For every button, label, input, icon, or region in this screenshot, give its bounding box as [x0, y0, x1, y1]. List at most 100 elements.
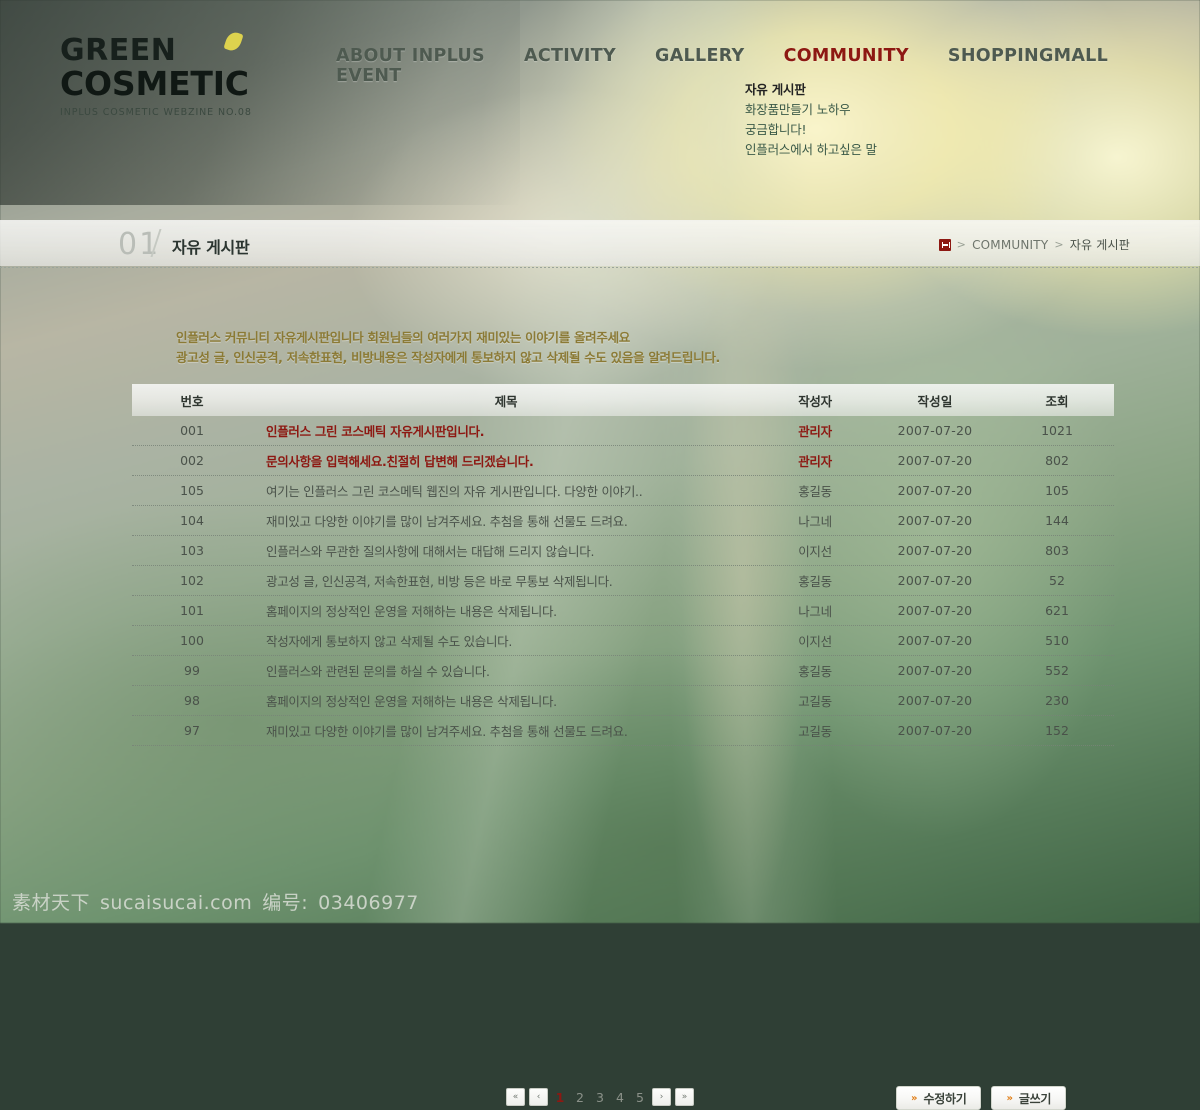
table-row[interactable]: 104 재미있고 다양한 이야기를 많이 남겨주세요. 추첨을 통해 선물도 드려…	[132, 506, 1114, 536]
breadcrumb-item-current: 자유 게시판	[1069, 238, 1130, 252]
cell-writer: 이지선	[798, 634, 832, 649]
submenu-item-suggestions[interactable]: 인플러스에서 하고싶은 말	[745, 140, 935, 160]
cell-title[interactable]: 광고성 글, 인신공격, 저속한표현, 비방 등은 바로 무통보 삭제됩니다.	[252, 571, 760, 590]
breadcrumb-item-community[interactable]: COMMUNITY	[972, 238, 1048, 252]
nav-item-activity[interactable]: ACTIVITY	[524, 46, 616, 66]
submenu-item-questions[interactable]: 궁금합니다!	[745, 120, 935, 140]
submenu-item-free-board[interactable]: 자유 게시판	[745, 80, 935, 100]
cell-hit: 144	[1045, 513, 1069, 528]
cell-hit: 152	[1045, 723, 1069, 738]
pagination-last-button[interactable]: »	[675, 1088, 694, 1106]
board-table: 번호 제목 작성자 작성일 조회 001 인플러스 그린 코스메틱 자유게시판입니…	[132, 384, 1114, 746]
double-arrow-icon: »	[911, 1092, 918, 1104]
cell-hit: 510	[1045, 633, 1069, 648]
cell-no: 102	[180, 573, 204, 588]
column-header-hit: 조회	[1045, 393, 1069, 409]
pagination-page-3[interactable]: 3	[592, 1090, 608, 1105]
watermark-brand: 素材天下	[12, 892, 91, 914]
intro-line-1: 인플러스 커뮤니티 자유게시판입니다 회원님들의 여러가지 재미있는 이야기를 …	[176, 330, 630, 345]
pagination-next-button[interactable]: ›	[652, 1088, 671, 1106]
table-row[interactable]: 101 홈페이지의 정상적인 운영을 저해하는 내용은 삭제됩니다. 나그네 2007…	[132, 596, 1114, 626]
cell-date: 2007-07-20	[897, 483, 973, 498]
page-title: 자유 게시판	[172, 238, 250, 257]
column-header-no: 번호	[180, 393, 204, 409]
cell-date: 2007-07-20	[897, 513, 973, 528]
cell-title[interactable]: 재미있고 다양한 이야기를 많이 남겨주세요. 추첨을 통해 선물도 드려요.	[252, 511, 760, 530]
intro-line-2: 광고성 글, 인신공격, 저속한표현, 비방내용은 작성자에게 통보하지 않고 …	[176, 350, 720, 365]
nav-item-community[interactable]: COMMUNITY	[784, 46, 909, 66]
cell-writer: 관리자	[798, 424, 832, 439]
breadcrumb-separator-1: >	[956, 238, 967, 251]
table-row[interactable]: 100 작성자에게 통보하지 않고 삭제될 수도 있습니다. 이지선 2007-07-…	[132, 626, 1114, 656]
nav-item-event[interactable]: EVENT	[336, 66, 402, 86]
cell-date: 2007-07-20	[897, 423, 973, 438]
nav-item-shoppingmall[interactable]: SHOPPINGMALL	[948, 46, 1108, 66]
table-row[interactable]: 97 재미있고 다양한 이야기를 많이 남겨주세요. 추첨을 통해 선물도 드려요…	[132, 716, 1114, 746]
table-row[interactable]: 002 문의사항을 입력해세요.친절히 답변해 드리겠습니다. 관리자 2007-07…	[132, 446, 1114, 476]
double-arrow-icon: »	[1006, 1092, 1013, 1104]
cell-hit: 1021	[1041, 423, 1073, 438]
pagination-page-2[interactable]: 2	[572, 1090, 588, 1105]
cell-no: 002	[180, 453, 204, 468]
cell-title[interactable]: 여기는 인플러스 그린 코스메틱 웹진의 자유 게시판입니다. 다양한 이야기.…	[252, 481, 760, 500]
cell-title[interactable]: 인플러스 그린 코스메틱 자유게시판입니다.	[252, 421, 760, 440]
footer-watermark: 素材天下 sucaisucai.com 编号: 03406977	[0, 880, 1200, 923]
table-row[interactable]: 105 여기는 인플러스 그린 코스메틱 웹진의 자유 게시판입니다. 다양한 이…	[132, 476, 1114, 506]
write-button-label: 글쓰기	[1018, 1091, 1052, 1106]
board-intro: 인플러스 커뮤니티 자유게시판입니다 회원님들의 여러가지 재미있는 이야기를 …	[176, 328, 720, 368]
pagination-page-4[interactable]: 4	[612, 1090, 628, 1105]
cell-date: 2007-07-20	[897, 663, 973, 678]
cell-no: 105	[180, 483, 204, 498]
home-icon[interactable]	[938, 238, 951, 251]
pagination-first-button[interactable]: «	[506, 1088, 525, 1106]
cell-title[interactable]: 재미있고 다양한 이야기를 많이 남겨주세요. 추첨을 통해 선물도 드려요.	[252, 721, 760, 740]
watermark-text: 素材天下 sucaisucai.com 编号: 03406977	[12, 888, 419, 915]
watermark-domain: sucaisucai.com	[100, 892, 253, 914]
logo-line-2: COSMETIC	[60, 64, 249, 103]
cell-no: 97	[184, 723, 200, 738]
edit-button[interactable]: » 수정하기	[896, 1086, 982, 1110]
column-header-writer: 작성자	[798, 393, 832, 409]
pagination-prev-button[interactable]: ‹	[529, 1088, 548, 1106]
table-row[interactable]: 99 인플러스와 관련된 문의를 하실 수 있습니다. 홍길동 2007-07-20 5…	[132, 656, 1114, 686]
cell-title[interactable]: 인플러스와 무관한 질의사항에 대해서는 대답해 드리지 않습니다.	[252, 541, 760, 560]
cell-title[interactable]: 홈페이지의 정상적인 운영을 저해하는 내용은 삭제됩니다.	[252, 601, 760, 620]
pagination-page-1[interactable]: 1	[552, 1090, 568, 1105]
nav-item-about-inplus[interactable]: ABOUT INPLUS	[336, 46, 485, 66]
cell-writer: 나그네	[798, 514, 832, 529]
cell-no: 100	[180, 633, 204, 648]
cell-no: 101	[180, 603, 204, 618]
cell-hit: 803	[1045, 543, 1069, 558]
cell-no: 001	[180, 423, 204, 438]
table-row[interactable]: 103 인플러스와 무관한 질의사항에 대해서는 대답해 드리지 않습니다. 이지선…	[132, 536, 1114, 566]
cell-title[interactable]: 인플러스와 관련된 문의를 하실 수 있습니다.	[252, 661, 760, 680]
cell-date: 2007-07-20	[897, 723, 973, 738]
cell-date: 2007-07-20	[897, 633, 973, 648]
table-row[interactable]: 102 광고성 글, 인신공격, 저속한표현, 비방 등은 바로 무통보 삭제됩니…	[132, 566, 1114, 596]
board-table-body: 001 인플러스 그린 코스메틱 자유게시판입니다. 관리자 2007-07-20 10…	[132, 416, 1114, 746]
write-button[interactable]: » 글쓰기	[991, 1086, 1067, 1110]
nav-item-gallery[interactable]: GALLERY	[655, 46, 744, 66]
site-logo[interactable]: GREEN COSMETIC INPLUS COSMETIC WEBZINE N…	[60, 30, 310, 118]
logo-line-1: GREEN	[60, 33, 177, 68]
table-row[interactable]: 001 인플러스 그린 코스메틱 자유게시판입니다. 관리자 2007-07-20 10…	[132, 416, 1114, 446]
table-row[interactable]: 98 홈페이지의 정상적인 운영을 저해하는 내용은 삭제됩니다. 고길동 2007-…	[132, 686, 1114, 716]
breadcrumb: > COMMUNITY > 자유 게시판	[938, 236, 1130, 253]
cell-date: 2007-07-20	[897, 573, 973, 588]
cell-title[interactable]: 문의사항을 입력해세요.친절히 답변해 드리겠습니다.	[252, 451, 760, 470]
cell-no: 104	[180, 513, 204, 528]
cell-title[interactable]: 작성자에게 통보하지 않고 삭제될 수도 있습니다.	[252, 631, 760, 650]
cell-date: 2007-07-20	[897, 603, 973, 618]
cell-writer: 홍길동	[798, 574, 832, 589]
cell-title[interactable]: 홈페이지의 정상적인 운영을 저해하는 내용은 삭제됩니다.	[252, 691, 760, 710]
pagination-page-5[interactable]: 5	[632, 1090, 648, 1105]
cell-writer: 고길동	[798, 724, 832, 739]
submenu-item-knowhow[interactable]: 화장품만들기 노하우	[745, 100, 935, 120]
cell-date: 2007-07-20	[897, 543, 973, 558]
cell-no: 99	[184, 663, 200, 678]
cell-hit: 230	[1045, 693, 1069, 708]
cell-writer: 홍길동	[798, 484, 832, 499]
board-table-header: 번호 제목 작성자 작성일 조회	[132, 384, 1114, 416]
edit-button-label: 수정하기	[923, 1091, 967, 1106]
column-header-date: 작성일	[917, 393, 953, 409]
